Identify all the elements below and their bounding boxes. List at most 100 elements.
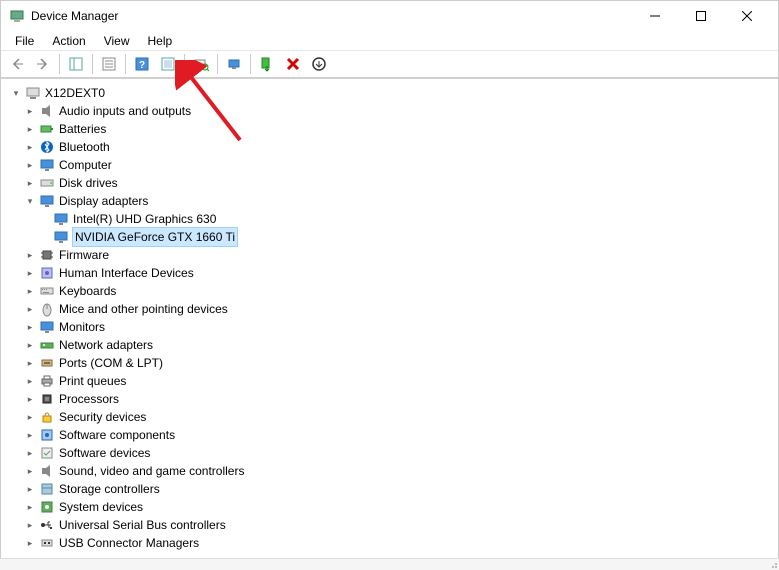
- category-item[interactable]: ▸ Computer: [7, 156, 778, 174]
- category-label: Keyboards: [59, 282, 116, 300]
- expand-icon[interactable]: ▸: [23, 482, 37, 496]
- expand-icon[interactable]: ▸: [23, 320, 37, 334]
- expand-icon[interactable]: ▸: [23, 338, 37, 352]
- expand-icon[interactable]: ▸: [23, 446, 37, 460]
- collapse-icon[interactable]: ▾: [23, 194, 37, 208]
- close-button[interactable]: [724, 1, 770, 31]
- device-label: Intel(R) UHD Graphics 630: [73, 210, 216, 228]
- category-label: Software devices: [59, 444, 150, 462]
- usbconn-icon: [39, 535, 55, 551]
- category-item[interactable]: ▸ Processors: [7, 390, 778, 408]
- toolbar-separator: [184, 54, 185, 74]
- expand-icon[interactable]: ▸: [23, 158, 37, 172]
- expand-icon[interactable]: ▸: [23, 140, 37, 154]
- category-display-adapters[interactable]: ▾ Display adapters: [7, 192, 778, 210]
- enable-device-button[interactable]: [255, 52, 279, 76]
- category-label: Monitors: [59, 318, 105, 336]
- toolbar-separator: [125, 54, 126, 74]
- expand-icon[interactable]: ▸: [23, 104, 37, 118]
- device-item[interactable]: Intel(R) UHD Graphics 630: [7, 210, 778, 228]
- expand-icon[interactable]: ▸: [23, 266, 37, 280]
- disable-device-button[interactable]: [307, 52, 331, 76]
- resize-grip-icon[interactable]: [765, 558, 779, 570]
- back-button[interactable]: [5, 52, 29, 76]
- menu-file[interactable]: File: [7, 32, 42, 50]
- expand-icon[interactable]: ▸: [23, 122, 37, 136]
- category-item[interactable]: ▸ System devices: [7, 498, 778, 516]
- properties-button[interactable]: [97, 52, 121, 76]
- expand-icon[interactable]: ▸: [23, 374, 37, 388]
- category-item[interactable]: ▸ Software components: [7, 426, 778, 444]
- maximize-button[interactable]: [678, 1, 724, 31]
- category-label: Display adapters: [59, 192, 148, 210]
- category-item[interactable]: ▸ Audio inputs and outputs: [7, 102, 778, 120]
- category-item[interactable]: ▸ Keyboards: [7, 282, 778, 300]
- category-item[interactable]: ▸ Human Interface Devices: [7, 264, 778, 282]
- menu-action[interactable]: Action: [44, 32, 93, 50]
- category-label: Software components: [59, 426, 175, 444]
- category-item[interactable]: ▸Storage controllers: [7, 480, 778, 498]
- category-label: Human Interface Devices: [59, 264, 194, 282]
- window-title: Device Manager: [31, 9, 632, 23]
- menu-help[interactable]: Help: [140, 32, 181, 50]
- expand-icon[interactable]: ▸: [23, 518, 37, 532]
- minimize-button[interactable]: [632, 1, 678, 31]
- forward-button[interactable]: [31, 52, 55, 76]
- menu-bar: File Action View Help: [1, 31, 778, 51]
- action-button[interactable]: [156, 52, 180, 76]
- menu-view[interactable]: View: [96, 32, 138, 50]
- expand-icon[interactable]: ▸: [23, 248, 37, 262]
- toolbar: ?: [1, 51, 778, 79]
- battery-icon: [39, 121, 55, 137]
- category-label: Security devices: [59, 408, 146, 426]
- expand-icon[interactable]: ▸: [23, 302, 37, 316]
- category-item[interactable]: ▸ Security devices: [7, 408, 778, 426]
- category-label: System devices: [59, 498, 143, 516]
- category-item[interactable]: ▸Bluetooth: [7, 138, 778, 156]
- help-button[interactable]: ?: [130, 52, 154, 76]
- expand-icon[interactable]: ▸: [23, 356, 37, 370]
- computer-icon: [25, 85, 41, 101]
- category-item[interactable]: ▸ Print queues: [7, 372, 778, 390]
- storage-icon: [39, 481, 55, 497]
- expand-icon[interactable]: ▸: [23, 536, 37, 550]
- expand-icon[interactable]: ▸: [23, 392, 37, 406]
- display-adapter-icon: [53, 229, 69, 245]
- expand-icon[interactable]: ▸: [23, 284, 37, 298]
- speaker-icon: [39, 463, 55, 479]
- category-item[interactable]: ▸Mice and other pointing devices: [7, 300, 778, 318]
- root-node[interactable]: ▾ X12DEXT0: [7, 84, 778, 102]
- toolbar-separator: [250, 54, 251, 74]
- category-item[interactable]: ▸Universal Serial Bus controllers: [7, 516, 778, 534]
- category-label: Computer: [59, 156, 112, 174]
- keyboard-icon: [39, 283, 55, 299]
- category-item[interactable]: ▸Batteries: [7, 120, 778, 138]
- update-driver-button[interactable]: [222, 52, 246, 76]
- expand-icon[interactable]: ▸: [23, 410, 37, 424]
- uninstall-device-button[interactable]: [281, 52, 305, 76]
- category-item[interactable]: ▸Sound, video and game controllers: [7, 462, 778, 480]
- toolbar-separator: [217, 54, 218, 74]
- category-item[interactable]: ▸Firmware: [7, 246, 778, 264]
- expand-icon[interactable]: ▸: [23, 176, 37, 190]
- expand-icon[interactable]: ▸: [23, 464, 37, 478]
- expand-icon[interactable]: ▸: [23, 500, 37, 514]
- category-item[interactable]: ▸Network adapters: [7, 336, 778, 354]
- category-label: USB Connector Managers: [59, 534, 199, 552]
- device-tree[interactable]: ▾ X12DEXT0 ▸ Audio inputs and outputs▸Bat…: [1, 79, 778, 559]
- category-item[interactable]: ▸ USB Connector Managers: [7, 534, 778, 552]
- device-item-selected[interactable]: NVIDIA GeForce GTX 1660 Ti: [7, 228, 778, 246]
- category-label: Processors: [59, 390, 119, 408]
- category-item[interactable]: ▸Ports (COM & LPT): [7, 354, 778, 372]
- category-item[interactable]: ▸ Software devices: [7, 444, 778, 462]
- category-label: Print queues: [59, 372, 126, 390]
- scan-hardware-button[interactable]: [189, 52, 213, 76]
- category-item[interactable]: ▸Disk drives: [7, 174, 778, 192]
- network-icon: [39, 337, 55, 353]
- expand-icon[interactable]: ▸: [23, 428, 37, 442]
- show-hide-console-tree-button[interactable]: [64, 52, 88, 76]
- lock-icon: [39, 409, 55, 425]
- collapse-icon[interactable]: ▾: [9, 86, 23, 100]
- category-item[interactable]: ▸ Monitors: [7, 318, 778, 336]
- category-label: Audio inputs and outputs: [59, 102, 191, 120]
